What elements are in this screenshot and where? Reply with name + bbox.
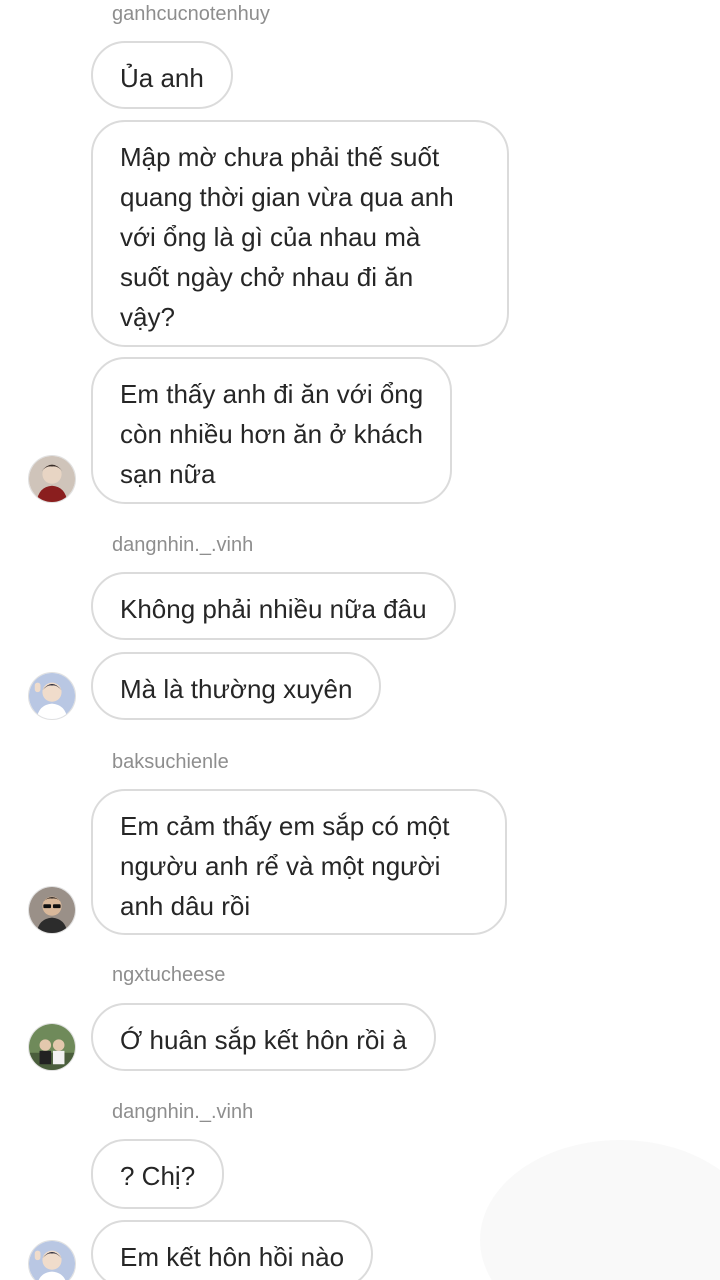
message-bubble[interactable]: Em cảm thấy em sắp có một ngườu anh rể v… xyxy=(91,789,507,935)
sender-avatar[interactable] xyxy=(28,1240,76,1280)
sender-username[interactable]: ngxtucheese xyxy=(112,963,225,987)
background-watermark xyxy=(480,1140,720,1280)
message-bubble[interactable]: ? Chị? xyxy=(91,1139,225,1209)
sender-username[interactable]: dangnhin._.vinh xyxy=(112,1100,253,1124)
message-bubble[interactable]: Em thấy anh đi ăn với ổng còn nhiều hơn … xyxy=(91,357,453,504)
sender-username[interactable]: baksuchienle xyxy=(112,750,229,774)
message-bubble[interactable]: Mà là thường xuyên xyxy=(91,652,382,720)
sender-avatar[interactable] xyxy=(28,672,76,720)
chat-thread: ganhcucnotenhuy Ủa anh Mập mờ chưa phải … xyxy=(0,0,720,1280)
message-bubble[interactable]: Ủa anh xyxy=(91,41,233,109)
sender-avatar[interactable] xyxy=(28,455,76,503)
sender-username[interactable]: dangnhin._.vinh xyxy=(112,533,253,557)
sender-username[interactable]: ganhcucnotenhuy xyxy=(112,2,270,26)
sender-avatar[interactable] xyxy=(28,1023,76,1071)
message-bubble[interactable]: Không phải nhiều nữa đâu xyxy=(91,572,456,640)
message-bubble[interactable]: Em kết hôn hồi nào xyxy=(91,1220,374,1280)
sender-avatar[interactable] xyxy=(28,886,76,934)
message-bubble[interactable]: Ớ huân sắp kết hôn rồi à xyxy=(91,1003,436,1071)
message-bubble[interactable]: Mập mờ chưa phải thế suốt quang thời gia… xyxy=(91,120,509,347)
